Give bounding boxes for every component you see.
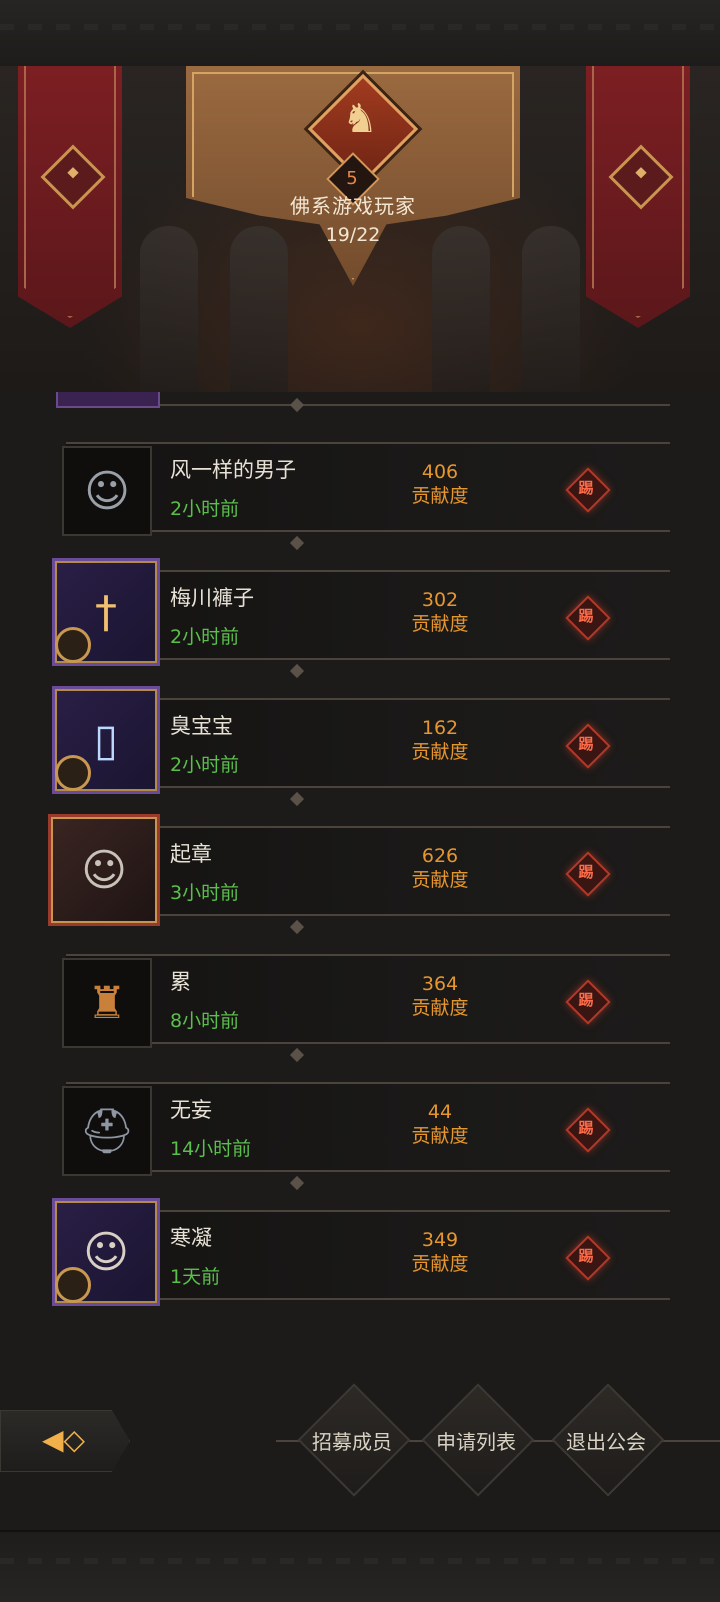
member-name: 无妄 (170, 1098, 212, 1122)
kick-button[interactable]: 踢 (565, 851, 611, 897)
avatar[interactable]: ☺ (48, 814, 160, 926)
avatar[interactable]: ☺ (52, 1198, 160, 1306)
avatar (56, 392, 160, 408)
back-arrow-icon[interactable]: ◀◇ (42, 1426, 102, 1454)
applications-button[interactable]: 申请列表 (418, 1383, 535, 1497)
unicorn-icon: ♞ (342, 96, 378, 142)
last-online: 2小时前 (170, 498, 240, 520)
member-list[interactable]: ☺ 风一样的男子 2小时前 406 贡献度 踢 † 梅川褲子 2小时前 302 贡献… (0, 392, 720, 1352)
avatar[interactable]: ⛑ (62, 1086, 152, 1176)
last-online: 1天前 (170, 1266, 221, 1288)
contribution: 406 贡献度 (411, 461, 469, 507)
recruit-label: 招募成员 (312, 1430, 392, 1454)
torch-icon: ♜ (87, 977, 127, 1029)
kick-button[interactable]: 踢 (565, 1107, 611, 1153)
member-row[interactable]: ⛑ 无妄 14小时前 44 贡献度 踢 (62, 1082, 670, 1176)
face-icon: ☺ (84, 465, 130, 517)
member-row[interactable]: ☺ 寒凝 1天前 349 贡献度 踢 (52, 1198, 670, 1306)
bottom-bar: ◀◇ 招募成员 申请列表 退出公会 (0, 1352, 720, 1497)
last-online: 8小时前 (170, 1010, 240, 1032)
contribution: 349 贡献度 (411, 1229, 469, 1275)
member-name: 寒凝 (170, 1226, 212, 1250)
avatar[interactable]: ♜ (62, 958, 152, 1048)
avatar[interactable]: ▯ (52, 686, 160, 794)
kick-button[interactable]: 踢 (565, 1235, 611, 1281)
leave-guild-label: 退出公会 (566, 1430, 646, 1454)
last-online: 2小时前 (170, 754, 240, 776)
avatar[interactable]: ☺ (62, 446, 152, 536)
list-item-partial (56, 392, 670, 408)
helmet-icon: ⛑ (79, 1106, 135, 1157)
row-divider-notch (289, 535, 305, 551)
member-row[interactable]: ♜ 累 8小时前 364 贡献度 踢 (62, 954, 670, 1048)
contribution: 302 贡献度 (411, 589, 469, 635)
hall-pillar (522, 226, 580, 392)
recruit-button[interactable]: 招募成员 (294, 1383, 411, 1497)
row-divider-notch (289, 919, 305, 935)
member-name: 风一样的男子 (170, 458, 296, 482)
member-name: 梅川褲子 (170, 586, 254, 610)
contribution: 44 贡献度 (411, 1101, 469, 1147)
last-online: 14小时前 (170, 1138, 252, 1160)
contribution: 162 贡献度 (411, 717, 469, 763)
kick-button[interactable]: 踢 (565, 723, 611, 769)
member-name: 臭宝宝 (170, 714, 233, 738)
member-row[interactable]: ☺ 起章 3小时前 626 贡献度 踢 (48, 814, 670, 926)
hall-pillar (432, 226, 490, 392)
contribution: 626 贡献度 (411, 845, 469, 891)
row-divider-notch (289, 1047, 305, 1063)
member-row[interactable]: † 梅川褲子 2小时前 302 贡献度 踢 (52, 558, 670, 666)
member-name: 起章 (170, 842, 212, 866)
row-divider-notch (289, 1175, 305, 1191)
right-banner (586, 66, 690, 328)
member-count: 19/22 (325, 224, 381, 246)
moon-badge-icon (55, 755, 91, 791)
moon-badge-icon (55, 1267, 91, 1303)
top-frame (0, 0, 720, 68)
contribution: 364 贡献度 (411, 973, 469, 1019)
member-row[interactable]: ☺ 风一样的男子 2小时前 406 贡献度 踢 (62, 442, 670, 536)
hall-pillar (140, 226, 198, 392)
face-icon: ☺ (81, 844, 127, 896)
guild-header: ♞ 5 佛系游戏玩家 19/22 (0, 66, 720, 392)
guild-name: 佛系游戏玩家 (290, 194, 416, 218)
moon-badge-icon (55, 627, 91, 663)
applications-label: 申请列表 (436, 1430, 516, 1454)
member-name: 累 (170, 970, 191, 994)
left-banner (18, 66, 122, 328)
row-divider-notch (289, 791, 305, 807)
kick-button[interactable]: 踢 (565, 595, 611, 641)
last-online: 3小时前 (170, 882, 240, 904)
hall-pillar (230, 226, 288, 392)
kick-button[interactable]: 踢 (565, 979, 611, 1025)
leave-guild-button[interactable]: 退出公会 (548, 1383, 665, 1497)
kick-button[interactable]: 踢 (565, 467, 611, 513)
last-online: 2小时前 (170, 626, 240, 648)
row-divider-notch (289, 663, 305, 679)
avatar[interactable]: † (52, 558, 160, 666)
member-row[interactable]: ▯ 臭宝宝 2小时前 162 贡献度 踢 (52, 686, 670, 794)
bottom-frame (0, 1530, 720, 1602)
